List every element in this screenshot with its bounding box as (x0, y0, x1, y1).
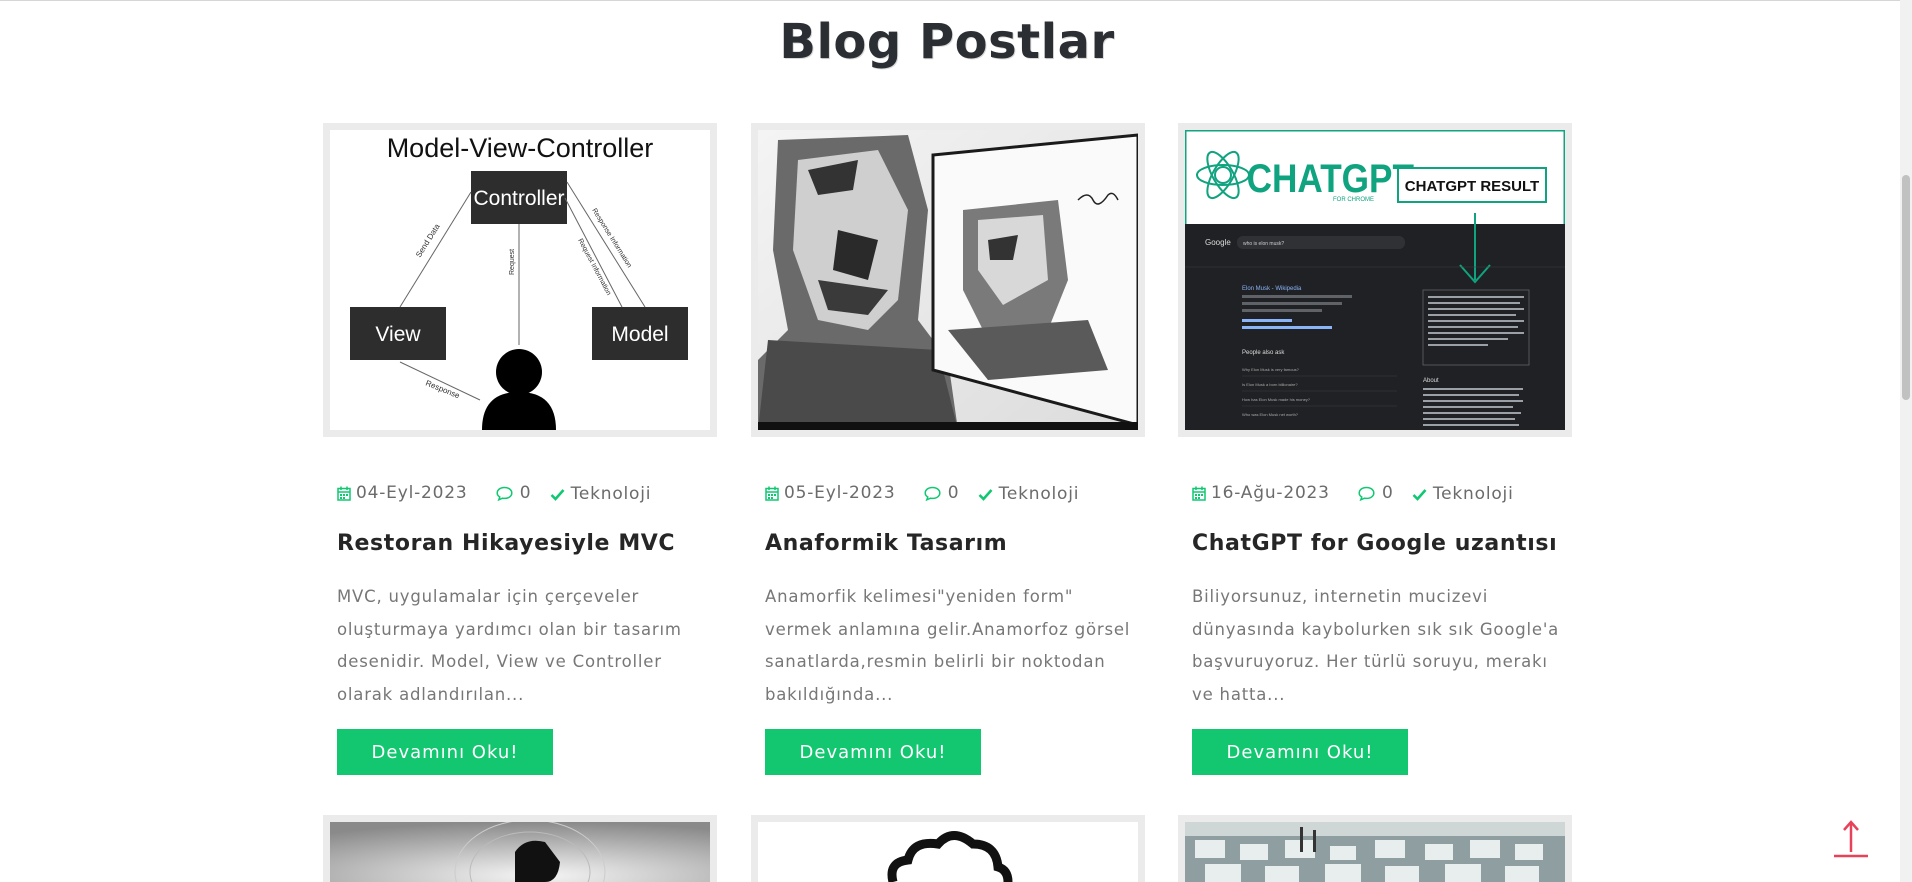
chatgpt-result-label: CHATGPT RESULT (1405, 178, 1539, 195)
check-icon (978, 488, 993, 501)
read-more-button[interactable]: Devamını Oku! (765, 729, 981, 775)
scroll-to-top-button[interactable] (1831, 818, 1871, 860)
mvc-request: Request (509, 249, 516, 275)
post-meta: 05-Eyl-2023 0 Teknoloji (765, 483, 1145, 505)
post-title[interactable]: Restoran Hikayesiyle MVC (337, 531, 717, 556)
post-date: 16-Ağu-2023 (1192, 483, 1330, 503)
post-date-text: 05-Eyl-2023 (784, 483, 896, 503)
post-category-text: Teknoloji (570, 484, 652, 504)
post-image-frame[interactable] (751, 815, 1145, 882)
calendar-icon (1192, 486, 1206, 501)
post-image-frame[interactable]: CHATGPT FOR CHROME CHATGPT RESULT Google… (1178, 123, 1572, 437)
people-also-ask: People also ask (1242, 350, 1285, 356)
post-date-text: 16-Ağu-2023 (1211, 483, 1330, 503)
paa-question: Why Elon Musk is very famous? (1242, 367, 1300, 372)
post-date: 05-Eyl-2023 (765, 483, 896, 503)
post-excerpt: Anamorfik kelimesi"yeniden form" vermek … (765, 587, 1131, 704)
check-icon (1412, 488, 1427, 501)
post-comments[interactable]: 0 (924, 483, 960, 503)
mvc-view-label: View (375, 323, 421, 346)
comment-icon (496, 486, 513, 501)
post-comment-count: 0 (519, 483, 532, 503)
post-image-frame[interactable] (751, 123, 1145, 437)
read-more-button[interactable]: Devamını Oku! (337, 729, 553, 775)
post-category[interactable]: Teknoloji (550, 484, 652, 504)
post-comments[interactable]: 0 (1358, 483, 1394, 503)
post-image-vr (330, 822, 710, 882)
scrollbar-thumb[interactable] (1902, 175, 1910, 400)
chatgpt-logo-sub: FOR CHROME (1333, 197, 1374, 203)
page-scrollbar[interactable] (1900, 0, 1912, 882)
post-image-office (1185, 822, 1565, 882)
calendar-icon (765, 486, 779, 501)
mvc-response-info: Response Information (590, 207, 632, 269)
arrow-up-icon (1834, 820, 1868, 858)
post-image-cloud (758, 822, 1138, 882)
post-meta: 16-Ağu-2023 0 Teknoloji (1192, 483, 1572, 505)
google-logo: Google (1205, 238, 1231, 247)
paa-question: Who was Elon Musk net worth? (1242, 412, 1299, 417)
post-comment-count: 0 (947, 483, 960, 503)
post-category[interactable]: Teknoloji (978, 484, 1080, 504)
calendar-icon (337, 486, 351, 501)
post-category-text: Teknoloji (1432, 484, 1514, 504)
mvc-title: Model-View-Controller (387, 133, 654, 163)
post-image-anamorphic (758, 130, 1138, 430)
post-title[interactable]: ChatGPT for Google uzantısı (1192, 531, 1572, 556)
comment-icon (1358, 486, 1375, 501)
mvc-controller-label: Controller (473, 187, 564, 210)
post-meta: 04-Eyl-2023 0 Teknoloji (337, 483, 717, 505)
post-category[interactable]: Teknoloji (1412, 484, 1514, 504)
comment-icon (924, 486, 941, 501)
mvc-model-label: Model (611, 323, 668, 346)
post-image-mvc: Model-View-Controller Controller View Mo… (330, 130, 710, 430)
check-icon (550, 488, 565, 501)
chatgpt-logo: CHATGPT (1247, 156, 1414, 201)
top-divider (0, 0, 1912, 1)
paa-question: How has Elon Musk made his money? (1242, 397, 1311, 402)
post-date-text: 04-Eyl-2023 (356, 483, 468, 503)
mvc-send-data: Send Data (414, 222, 442, 259)
post-title[interactable]: Anaformik Tasarım (765, 531, 1145, 556)
section-title: Blog Postlar (779, 14, 1115, 70)
search-query: who is elon musk? (1243, 241, 1284, 247)
post-image-chatgpt: CHATGPT FOR CHROME CHATGPT RESULT Google… (1185, 130, 1565, 430)
post-image-frame[interactable] (1178, 815, 1572, 882)
mvc-response: Response (424, 379, 461, 401)
post-image-frame[interactable] (323, 815, 717, 882)
post-category-text: Teknoloji (998, 484, 1080, 504)
post-excerpt: Biliyorsunuz, internetin mucizevi dünyas… (1192, 587, 1560, 704)
post-comments[interactable]: 0 (496, 483, 532, 503)
post-date: 04-Eyl-2023 (337, 483, 468, 503)
post-excerpt: MVC, uygulamalar için çerçeveler oluştur… (337, 587, 682, 704)
read-more-button[interactable]: Devamını Oku! (1192, 729, 1408, 775)
about-heading: About (1423, 378, 1439, 384)
post-comment-count: 0 (1382, 483, 1394, 503)
search-result-title: Elon Musk - Wikipedia (1242, 286, 1302, 292)
post-image-frame[interactable]: Model-View-Controller Controller View Mo… (323, 123, 717, 437)
paa-question: Is Elon Musk a born billionaire? (1242, 382, 1298, 387)
